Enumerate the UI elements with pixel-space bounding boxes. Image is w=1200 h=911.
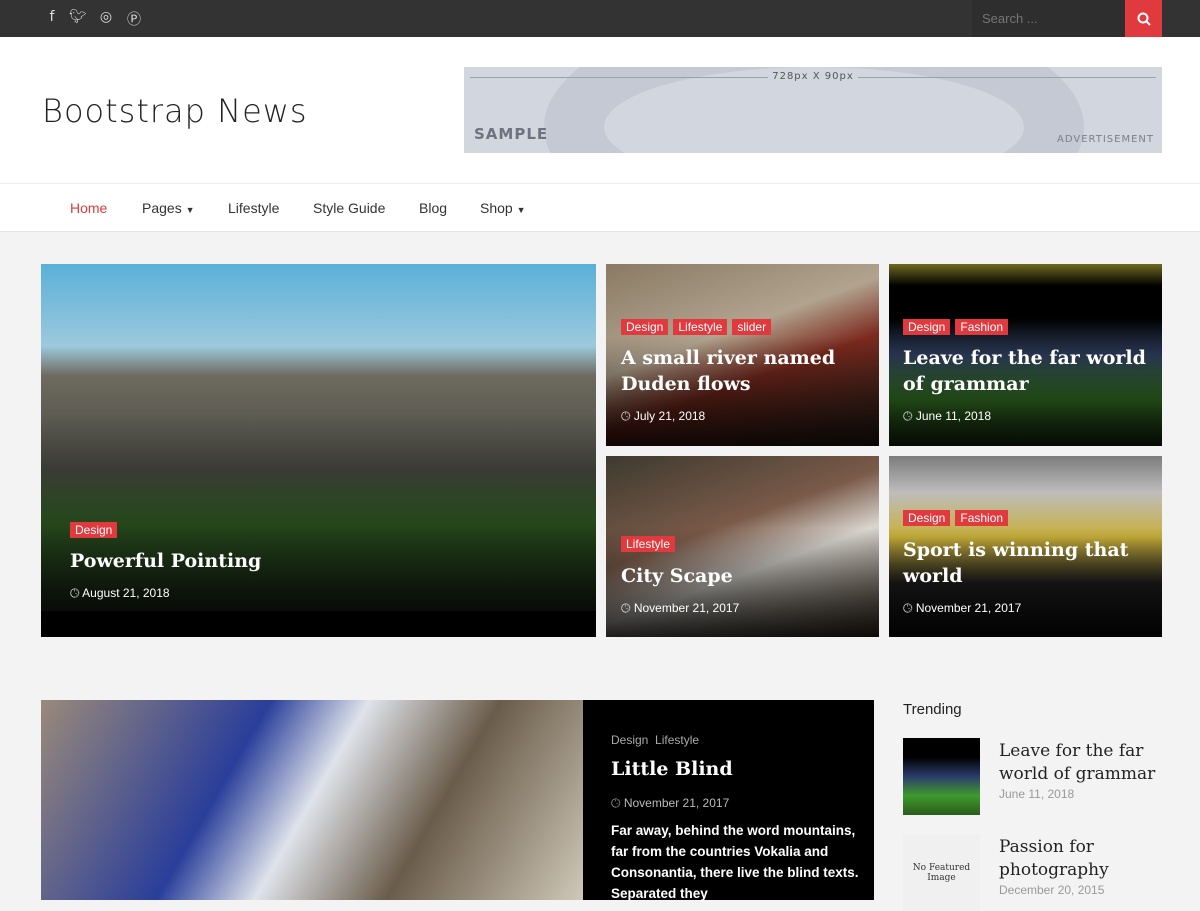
no-featured-image[interactable]: No Featured Image xyxy=(903,834,980,911)
trending-title[interactable]: Leave for the far world of grammar xyxy=(999,740,1169,786)
instagram-icon[interactable]: ◎ xyxy=(97,9,115,25)
category-tag[interactable]: Lifestyle xyxy=(621,536,676,552)
nav-label: Shop xyxy=(480,200,513,216)
site-logo[interactable]: Bootstrap News xyxy=(42,92,308,130)
card-title[interactable]: Leave for the far world of grammar xyxy=(903,345,1153,397)
post-date: 🕓︎ November 21, 2017 xyxy=(611,796,729,811)
search-icon xyxy=(1137,12,1151,26)
featured-card[interactable]: Design Fashion Leave for the far world of… xyxy=(889,264,1162,446)
trending-thumbnail[interactable] xyxy=(903,738,980,815)
card-date: 🕓︎ November 21, 2017 xyxy=(621,601,739,616)
advertisement-banner[interactable]: 728px X 90px SAMPLE ADVERTISEMENT xyxy=(464,67,1162,153)
category-tag[interactable]: Lifestyle xyxy=(673,319,728,335)
card-title[interactable]: Sport is winning that world xyxy=(903,537,1153,589)
nav-shop[interactable]: Shop ▼ xyxy=(480,200,526,216)
trending-date: June 11, 2018 xyxy=(999,787,1075,801)
facebook-icon[interactable]: f xyxy=(43,9,61,25)
featured-card[interactable]: Design Fashion Sport is winning that worl… xyxy=(889,456,1162,637)
trending-date: December 20, 2015 xyxy=(999,883,1105,897)
nav-lifestyle[interactable]: Lifestyle xyxy=(228,200,279,216)
card-date: 🕓︎ August 21, 2018 xyxy=(70,586,170,601)
clock-icon: 🕓︎ xyxy=(621,409,631,423)
card-title[interactable]: City Scape xyxy=(621,563,861,589)
featured-card[interactable]: Lifestyle City Scape 🕓︎ November 21, 201… xyxy=(606,456,879,637)
clock-icon: 🕓︎ xyxy=(903,409,913,423)
clock-icon: 🕓︎ xyxy=(903,601,913,615)
category-tag[interactable]: Design xyxy=(621,319,669,335)
date-text: November 21, 2017 xyxy=(633,601,740,615)
post-panel: Design Lifestyle Little Blind 🕓︎ Novembe… xyxy=(583,700,874,901)
ad-sample: SAMPLE xyxy=(474,125,549,143)
card-title[interactable]: A small river named Duden flows xyxy=(621,345,861,397)
category-tag[interactable]: slider xyxy=(732,319,772,335)
card-date: 🕓︎ November 21, 2017 xyxy=(903,601,1021,616)
post-category[interactable]: Design xyxy=(611,733,648,747)
trending-heading: Trending xyxy=(903,701,962,718)
category-tag[interactable]: Design xyxy=(903,510,951,526)
pinterest-icon[interactable]: Ⓟ xyxy=(125,9,143,29)
nav-home[interactable]: Home xyxy=(70,200,107,216)
trending-title[interactable]: Passion for photography xyxy=(999,836,1169,882)
top-bar: f 🐦︎ ◎ Ⓟ xyxy=(0,0,1200,37)
nav-pages[interactable]: Pages ▼ xyxy=(142,200,195,216)
twitter-icon[interactable]: 🐦︎ xyxy=(69,9,87,25)
post-image[interactable] xyxy=(41,700,583,900)
nav-label: Pages xyxy=(142,200,182,216)
clock-icon: 🕓︎ xyxy=(611,796,621,810)
date-text: August 21, 2018 xyxy=(82,586,170,600)
ad-size: 728px X 90px xyxy=(768,71,858,82)
nav-blog[interactable]: Blog xyxy=(419,200,447,216)
clock-icon: 🕓︎ xyxy=(70,586,80,600)
category-tag[interactable]: Fashion xyxy=(955,510,1009,526)
ad-label: ADVERTISEMENT xyxy=(1056,134,1154,145)
date-text: July 21, 2018 xyxy=(633,409,706,423)
post-category[interactable]: Lifestyle xyxy=(655,733,699,747)
featured-card[interactable]: Design Powerful Pointing 🕓︎ August 21, 2… xyxy=(41,264,596,637)
date-text: June 11, 2018 xyxy=(915,409,992,423)
card-date: 🕓︎ July 21, 2018 xyxy=(621,409,705,424)
caret-down-icon: ▼ xyxy=(185,205,195,215)
main-nav: Home Pages ▼ Lifestyle Style Guide Blog … xyxy=(0,183,1200,232)
card-title[interactable]: Powerful Pointing xyxy=(70,548,550,574)
nav-style-guide[interactable]: Style Guide xyxy=(313,200,385,216)
post-title[interactable]: Little Blind xyxy=(611,758,733,780)
date-text: November 21, 2017 xyxy=(623,796,730,810)
search-input[interactable] xyxy=(972,0,1125,37)
date-text: November 21, 2017 xyxy=(915,601,1022,615)
caret-down-icon: ▼ xyxy=(516,205,526,215)
category-tag[interactable]: Fashion xyxy=(955,319,1009,335)
card-date: 🕓︎ June 11, 2018 xyxy=(903,409,991,424)
featured-card[interactable]: Design Lifestyle slider A small river name… xyxy=(606,264,879,446)
clock-icon: 🕓︎ xyxy=(621,601,631,615)
post-excerpt: Far away, behind the word mountains, far… xyxy=(611,823,859,901)
category-tag[interactable]: Design xyxy=(70,522,118,538)
search-button[interactable] xyxy=(1125,0,1162,37)
category-tag[interactable]: Design xyxy=(903,319,951,335)
